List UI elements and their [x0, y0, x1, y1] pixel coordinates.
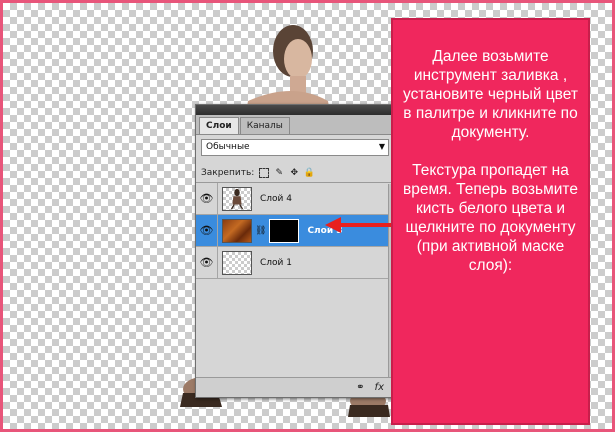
tab-layers[interactable]: Слои — [199, 117, 239, 134]
figure-thumb-image — [230, 188, 244, 209]
eye-icon[interactable]: 👁 — [196, 182, 218, 215]
instruction-paragraph-2: Текстура пропадет на время. Теперь возьм… — [403, 162, 578, 274]
layer-name: Слой 1 — [260, 257, 292, 268]
layer-thumbnail-figure — [222, 186, 252, 211]
instruction-box: Далее возьмите инструмент заливка , уста… — [391, 18, 590, 425]
panel-tabs: Слои Каналы — [196, 115, 394, 135]
eye-icon[interactable]: 👁 — [196, 246, 218, 279]
layer-name: Слой 4 — [260, 193, 292, 204]
canvas-frame: Слои Каналы Обычные ▼ Закрепить: ✎ ✥ 🔒 👁 — [0, 0, 615, 432]
instruction-paragraph-1: Далее возьмите инструмент заливка , уста… — [403, 48, 578, 141]
layer-row-4[interactable]: 👁 Слой 4 — [196, 182, 394, 215]
blend-mode-value: Обычные — [206, 142, 250, 152]
eye-icon[interactable]: 👁 — [196, 214, 218, 247]
lock-label: Закрепить: — [201, 167, 255, 178]
layer-thumbnail-texture — [222, 218, 252, 243]
layer-row-1[interactable]: 👁 Слой 1 — [196, 246, 394, 279]
layer-mask-thumbnail[interactable] — [269, 218, 300, 243]
panel-title-bar[interactable] — [196, 105, 394, 115]
lock-brush-icon[interactable]: ✎ — [274, 168, 284, 178]
layer-thumbnail-transparent — [222, 250, 252, 275]
lock-transparency-icon[interactable] — [259, 167, 270, 178]
lock-row: Закрепить: ✎ ✥ 🔒 — [196, 163, 394, 183]
red-arrow-icon — [325, 217, 391, 233]
link-icon[interactable]: ⚭ — [356, 382, 364, 393]
blend-mode-row: Обычные ▼ — [196, 135, 394, 163]
blend-mode-select[interactable]: Обычные ▼ — [201, 139, 389, 156]
layers-panel: Слои Каналы Обычные ▼ Закрепить: ✎ ✥ 🔒 👁 — [195, 104, 395, 398]
lock-move-icon[interactable]: ✥ — [289, 168, 299, 178]
panel-footer: ⚭ fx — [196, 377, 394, 397]
tab-channels[interactable]: Каналы — [239, 117, 290, 134]
lock-all-icon[interactable]: 🔒 — [304, 168, 315, 178]
fx-icon[interactable]: fx — [375, 382, 384, 393]
dropdown-arrow-icon: ▼ — [378, 142, 385, 151]
mask-link-icon[interactable]: ⛓ — [255, 226, 266, 236]
